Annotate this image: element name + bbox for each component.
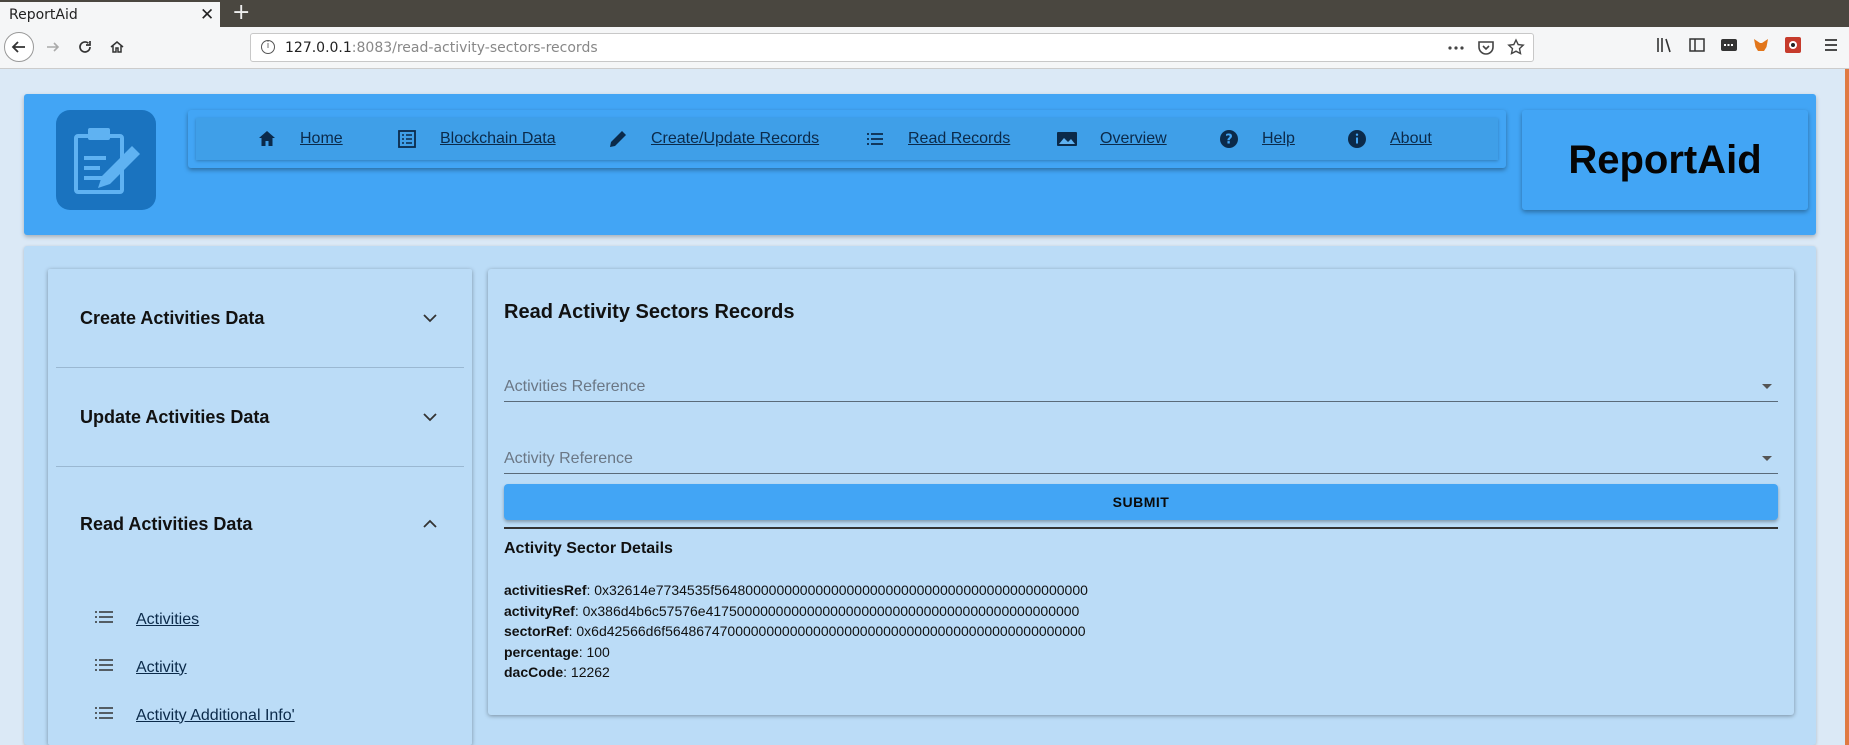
detail-row-activity-ref: activityRef: 0x386d4b6c57576e41750000000… xyxy=(504,603,1080,619)
pencil-icon xyxy=(607,128,629,150)
page-actions-icon[interactable] xyxy=(1447,38,1465,63)
menu-item-overview[interactable]: Overview xyxy=(1056,118,1167,160)
sidebar: Create Activities Data Update Activities… xyxy=(48,269,472,745)
url-bar[interactable]: i 127.0.0.1:8083/read-activity-sectors-r… xyxy=(250,33,1534,62)
library-icon[interactable] xyxy=(1656,36,1674,54)
extension-dark-icon[interactable] xyxy=(1720,36,1738,54)
activities-reference-select[interactable]: Activities Reference xyxy=(504,372,1778,402)
sidebar-toggle-icon[interactable] xyxy=(1688,36,1706,54)
sidebar-item-activity[interactable]: Activity xyxy=(94,657,187,678)
help-icon: ? xyxy=(1218,128,1240,150)
accordion-create-activities[interactable]: Create Activities Data xyxy=(56,269,464,367)
sidebar-item-activity-additional-info[interactable]: Activity Additional Info' xyxy=(94,705,295,726)
browser-home-icon[interactable] xyxy=(102,32,132,62)
dropdown-arrow-icon xyxy=(1762,456,1772,461)
detail-row-sector-ref: sectorRef: 0x6d42566d6f56486747000000000… xyxy=(504,623,1086,639)
toolbar-icons xyxy=(1656,36,1802,54)
app-logo-icon[interactable] xyxy=(56,110,156,210)
list-icon xyxy=(864,128,886,150)
reload-icon[interactable] xyxy=(70,32,100,62)
detail-row-dac-code: dacCode: 12262 xyxy=(504,664,610,680)
chevron-down-icon xyxy=(420,407,440,427)
home-icon xyxy=(256,128,278,150)
image-icon xyxy=(1056,128,1078,150)
menu-hamburger-icon[interactable] xyxy=(1822,36,1840,54)
details-title: Activity Sector Details xyxy=(504,540,673,557)
list-icon xyxy=(94,705,114,726)
sidebar-item-label: Activities xyxy=(136,610,200,628)
menu-label-create-update-records: Create/Update Records xyxy=(651,130,820,147)
browser-tabbar: ReportAid ✕ + xyxy=(0,0,1849,27)
main-menu: Home Blockchain Data Create/Update Recor… xyxy=(188,110,1506,168)
sidebar-item-label: Activity xyxy=(136,658,187,676)
menu-label-home: Home xyxy=(300,130,343,147)
select-label: Activity Reference xyxy=(504,450,633,467)
list-icon xyxy=(94,609,114,630)
forward-arrow-icon[interactable] xyxy=(38,32,68,62)
sidebar-item-activities[interactable]: Activities xyxy=(94,609,199,630)
bookmark-star-icon[interactable] xyxy=(1507,38,1525,63)
menu-item-blockchain-data[interactable]: Blockchain Data xyxy=(396,118,556,160)
close-tab-icon[interactable]: ✕ xyxy=(200,5,214,25)
submit-button[interactable]: SUBMIT xyxy=(504,484,1778,520)
select-label: Activities Reference xyxy=(504,378,646,395)
back-arrow-icon[interactable] xyxy=(4,32,34,62)
brand-card: ReportAid xyxy=(1522,110,1808,210)
accordion-title: Create Activities Data xyxy=(80,307,265,328)
info-icon xyxy=(1346,128,1368,150)
main-card: Read Activity Sectors Records Activities… xyxy=(488,269,1794,715)
divider xyxy=(504,527,1778,529)
accordion-title: Read Activities Data xyxy=(80,513,253,534)
url-text: 127.0.0.1:8083/read-activity-sectors-rec… xyxy=(285,40,598,56)
accordion-update-activities[interactable]: Update Activities Data xyxy=(56,368,464,466)
main-menu-bar: Home Blockchain Data Create/Update Recor… xyxy=(196,118,1498,160)
brand-name: ReportAid xyxy=(1568,137,1762,182)
menu-label-help: Help xyxy=(1262,130,1295,147)
sidebar-item-label: Activity Additional Info' xyxy=(136,706,295,724)
url-actions xyxy=(1447,38,1525,63)
accordion-title: Update Activities Data xyxy=(80,406,270,427)
chevron-up-icon xyxy=(420,514,440,534)
list-box-icon xyxy=(396,128,418,150)
menu-label-overview: Overview xyxy=(1100,130,1167,147)
menu-item-about[interactable]: About xyxy=(1346,118,1432,160)
dropdown-arrow-icon xyxy=(1762,384,1772,389)
menu-label-blockchain-data: Blockchain Data xyxy=(440,130,556,147)
pocket-icon[interactable] xyxy=(1477,38,1495,63)
metamask-fox-icon[interactable] xyxy=(1752,36,1770,54)
activity-reference-select[interactable]: Activity Reference xyxy=(504,444,1778,474)
menu-item-home[interactable]: Home xyxy=(256,118,343,160)
detail-row-percentage: percentage: 100 xyxy=(504,644,610,660)
scroll-accent xyxy=(1845,69,1849,745)
content-area: Create Activities Data Update Activities… xyxy=(24,246,1816,745)
detail-row-activities-ref: activitiesRef: 0x32614e7734535f564800000… xyxy=(504,582,1088,598)
site-info-icon[interactable]: i xyxy=(261,40,275,54)
new-tab-icon[interactable]: + xyxy=(232,0,250,25)
menu-item-help[interactable]: ? Help xyxy=(1218,118,1295,160)
menu-label-read-records: Read Records xyxy=(908,130,1011,147)
browser-tab[interactable]: ReportAid ✕ xyxy=(0,0,220,27)
app-header: Home Blockchain Data Create/Update Recor… xyxy=(24,94,1816,235)
extension-red-icon[interactable] xyxy=(1784,36,1802,54)
list-icon xyxy=(94,657,114,678)
chevron-down-icon xyxy=(420,308,440,328)
menu-item-read-records[interactable]: Read Records xyxy=(864,118,1010,160)
accordion-read-activities[interactable]: Read Activities Data xyxy=(56,467,464,581)
menu-item-create-update-records[interactable]: Create/Update Records xyxy=(607,118,819,160)
svg-text:?: ? xyxy=(1225,133,1233,148)
browser-navbar: i 127.0.0.1:8083/read-activity-sectors-r… xyxy=(0,27,1849,69)
page: Home Blockchain Data Create/Update Recor… xyxy=(0,69,1849,745)
tab-title: ReportAid xyxy=(9,7,78,23)
page-title: Read Activity Sectors Records xyxy=(504,301,795,323)
menu-label-about: About xyxy=(1390,130,1432,147)
